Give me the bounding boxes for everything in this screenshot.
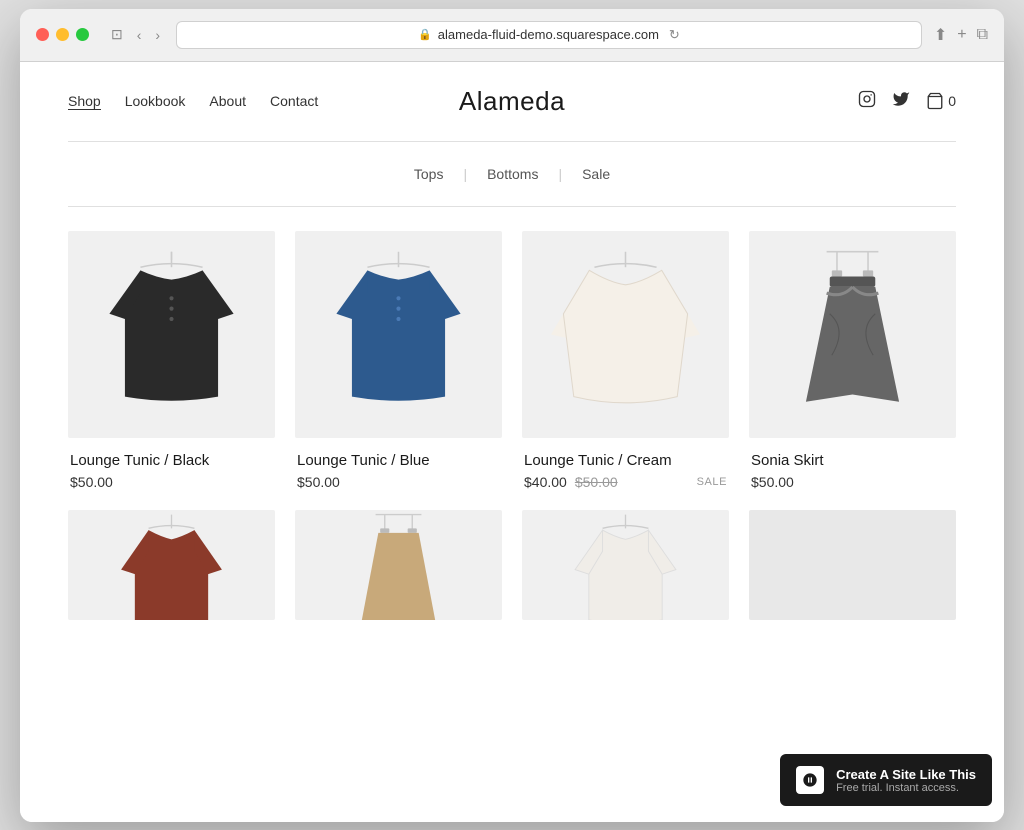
product-price-row-skirt: $50.00 xyxy=(751,474,954,490)
product-name-blue: Lounge Tunic / Blue xyxy=(297,452,500,469)
product-name-cream: Lounge Tunic / Cream xyxy=(524,452,727,469)
product-image-gray-bottom xyxy=(749,510,956,620)
product-card-blue[interactable]: Lounge Tunic / Blue $50.00 xyxy=(295,231,502,490)
product-info-blue: Lounge Tunic / Blue $50.00 xyxy=(295,452,502,490)
reload-icon[interactable]: ↻ xyxy=(669,27,680,43)
product-card-black[interactable]: Lounge Tunic / Black $50.00 xyxy=(68,231,275,490)
product-price-row-blue: $50.00 xyxy=(297,474,500,490)
nav-right: 0 xyxy=(858,90,956,113)
product-card-skirt[interactable]: Sonia Skirt $50.00 xyxy=(749,231,956,490)
product-name-black: Lounge Tunic / Black xyxy=(70,452,273,469)
maximize-button[interactable] xyxy=(76,28,89,41)
product-name-skirt: Sonia Skirt xyxy=(751,452,954,469)
product-image-white xyxy=(522,510,729,620)
product-price-skirt: $50.00 xyxy=(751,474,794,490)
url-text: alameda-fluid-demo.squarespace.com xyxy=(438,27,659,42)
product-card-tan[interactable] xyxy=(295,510,502,634)
sidebar-toggle[interactable]: ⊡ xyxy=(107,24,127,45)
tabs-icon[interactable]: ⧉ xyxy=(977,26,988,44)
site-title: Alameda xyxy=(459,86,565,117)
browser-controls: ⊡ ‹ › xyxy=(107,24,164,45)
product-image-skirt xyxy=(749,231,956,438)
squarespace-banner-text: Create A Site Like This Free trial. Inst… xyxy=(836,767,976,794)
product-image-black xyxy=(68,231,275,438)
traffic-lights xyxy=(36,28,89,41)
share-icon[interactable]: ⬆ xyxy=(934,25,947,45)
product-price-cream: $40.00 xyxy=(524,474,567,490)
product-price-original-cream: $50.00 xyxy=(575,474,618,490)
minimize-button[interactable] xyxy=(56,28,69,41)
product-price-black: $50.00 xyxy=(70,474,113,490)
browser-body: Shop Lookbook About Contact Alameda xyxy=(20,62,1004,822)
squarespace-logo xyxy=(796,766,824,794)
product-info-skirt: Sonia Skirt $50.00 xyxy=(749,452,956,490)
nav-left: Shop Lookbook About Contact xyxy=(68,93,318,110)
nav-contact[interactable]: Contact xyxy=(270,93,318,109)
products-section: Lounge Tunic / Black $50.00 xyxy=(20,207,1004,634)
close-button[interactable] xyxy=(36,28,49,41)
forward-button[interactable]: › xyxy=(151,25,164,45)
product-image-tan xyxy=(295,510,502,620)
twitter-icon[interactable] xyxy=(892,90,910,113)
product-card-gray-bottom[interactable] xyxy=(749,510,956,634)
category-bottoms[interactable]: Bottoms xyxy=(467,166,558,182)
nav-shop[interactable]: Shop xyxy=(68,93,101,110)
browser-actions: ⬆ + ⧉ xyxy=(934,25,988,45)
product-info-black: Lounge Tunic / Black $50.00 xyxy=(68,452,275,490)
lock-icon: 🔒 xyxy=(418,28,432,41)
product-price-row-black: $50.00 xyxy=(70,474,273,490)
back-button[interactable]: ‹ xyxy=(133,25,146,45)
product-image-blue xyxy=(295,231,502,438)
category-tops[interactable]: Tops xyxy=(394,166,464,182)
category-filter: Tops | Bottoms | Sale xyxy=(20,142,1004,206)
squarespace-banner-sub: Free trial. Instant access. xyxy=(836,782,976,794)
product-price-row-cream: $40.00 $50.00 SALE xyxy=(524,474,727,490)
browser-chrome: ⊡ ‹ › 🔒 alameda-fluid-demo.squarespace.c… xyxy=(20,9,1004,62)
nav-about[interactable]: About xyxy=(209,93,246,109)
nav-lookbook[interactable]: Lookbook xyxy=(125,93,186,109)
address-bar[interactable]: 🔒 alameda-fluid-demo.squarespace.com ↻ xyxy=(176,21,922,49)
squarespace-banner-main: Create A Site Like This xyxy=(836,767,976,782)
product-info-cream: Lounge Tunic / Cream $40.00 $50.00 SALE xyxy=(522,452,729,490)
squarespace-banner[interactable]: Create A Site Like This Free trial. Inst… xyxy=(780,754,992,806)
browser-window: ⊡ ‹ › 🔒 alameda-fluid-demo.squarespace.c… xyxy=(20,9,1004,822)
cart-button[interactable]: 0 xyxy=(926,92,956,110)
products-bottom-row xyxy=(68,510,956,634)
site-header: Shop Lookbook About Contact Alameda xyxy=(20,62,1004,141)
category-sale[interactable]: Sale xyxy=(562,166,630,182)
product-image-rust xyxy=(68,510,275,620)
new-tab-icon[interactable]: + xyxy=(957,26,966,44)
instagram-icon[interactable] xyxy=(858,90,876,113)
products-grid: Lounge Tunic / Black $50.00 xyxy=(68,231,956,490)
product-price-blue: $50.00 xyxy=(297,474,340,490)
sale-badge-cream: SALE xyxy=(697,476,727,488)
product-card-rust[interactable] xyxy=(68,510,275,634)
product-card-white[interactable] xyxy=(522,510,729,634)
product-image-cream xyxy=(522,231,729,438)
cart-count: 0 xyxy=(948,93,956,109)
product-card-cream[interactable]: Lounge Tunic / Cream $40.00 $50.00 SALE xyxy=(522,231,729,490)
